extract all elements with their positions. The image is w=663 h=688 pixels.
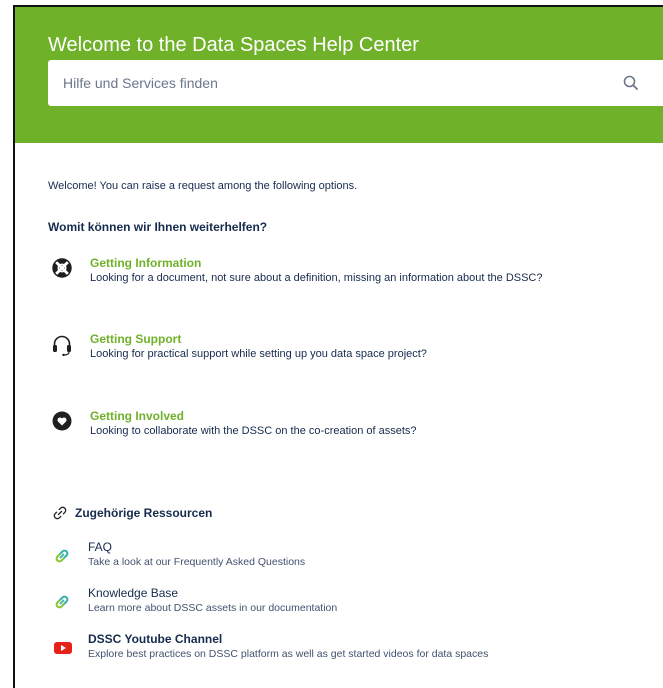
resource-faq[interactable]: FAQ Take a look at our Frequently Asked … xyxy=(48,540,648,576)
resource-youtube-channel[interactable]: DSSC Youtube Channel Explore best practi… xyxy=(48,632,648,668)
option-getting-information[interactable]: Getting Information Looking for a docume… xyxy=(48,256,648,296)
search-bar xyxy=(48,60,663,106)
link-icon xyxy=(54,594,70,610)
resource-knowledge-base[interactable]: Knowledge Base Learn more about DSSC ass… xyxy=(48,586,648,622)
resource-title[interactable]: FAQ xyxy=(88,540,112,554)
link-icon xyxy=(54,548,70,564)
lifebuoy-icon xyxy=(52,258,72,278)
page-title: Welcome to the Data Spaces Help Center xyxy=(48,34,419,56)
option-description: Looking for a document, not sure about a… xyxy=(90,272,543,284)
welcome-text: Welcome! You can raise a request among t… xyxy=(48,180,358,192)
header-banner: Welcome to the Data Spaces Help Center xyxy=(15,7,663,143)
resource-description: Explore best practices on DSSC platform … xyxy=(88,648,489,660)
option-description: Looking for practical support while sett… xyxy=(90,348,427,360)
option-title[interactable]: Getting Support xyxy=(90,332,181,346)
link-icon xyxy=(52,505,68,521)
help-center-page: Welcome to the Data Spaces Help Center W… xyxy=(13,5,663,688)
help-question-heading: Womit können wir Ihnen weiterhelfen? xyxy=(48,220,268,234)
resources-heading-label: Zugehörige Ressourcen xyxy=(75,506,213,520)
option-title[interactable]: Getting Involved xyxy=(90,409,184,423)
resource-description: Take a look at our Frequently Asked Ques… xyxy=(88,556,306,568)
resource-title[interactable]: DSSC Youtube Channel xyxy=(88,632,222,646)
resource-description: Learn more about DSSC assets in our docu… xyxy=(88,602,338,614)
heart-icon xyxy=(52,411,72,431)
youtube-icon xyxy=(54,640,72,656)
option-getting-involved[interactable]: Getting Involved Looking to collaborate … xyxy=(48,409,648,449)
option-getting-support[interactable]: Getting Support Looking for practical su… xyxy=(48,332,648,372)
search-input[interactable] xyxy=(48,60,608,106)
resource-title[interactable]: Knowledge Base xyxy=(88,586,178,600)
search-icon[interactable] xyxy=(621,73,641,93)
headset-icon xyxy=(52,334,72,357)
option-title[interactable]: Getting Information xyxy=(90,256,201,270)
option-description: Looking to collaborate with the DSSC on … xyxy=(90,425,417,437)
